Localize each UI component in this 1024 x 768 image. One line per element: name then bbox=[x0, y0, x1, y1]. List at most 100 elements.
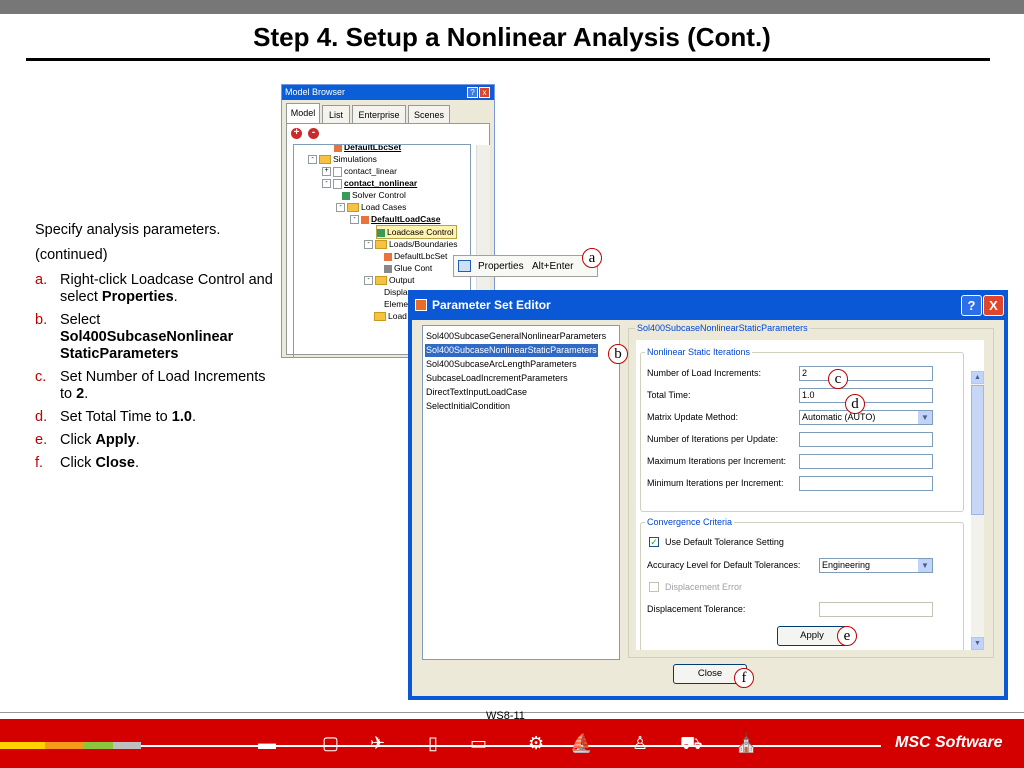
iterations-per-update-field[interactable] bbox=[799, 432, 933, 447]
step-marker: f. bbox=[35, 455, 44, 471]
close-button[interactable]: x bbox=[479, 87, 490, 98]
color-block bbox=[0, 742, 45, 749]
min-iterations-field[interactable] bbox=[799, 476, 933, 491]
folder-icon bbox=[319, 155, 331, 165]
use-default-tolerance-label: Use Default Tolerance Setting bbox=[665, 537, 784, 547]
matrix-update-select[interactable]: Automatic (AUTO) ▼ bbox=[799, 410, 933, 425]
tree-item-solver-control[interactable]: Solver Control bbox=[342, 189, 406, 201]
gear-icon: ⚙ bbox=[528, 733, 545, 753]
step-emphasis: 2 bbox=[76, 386, 85, 402]
step-marker: b. bbox=[35, 312, 48, 328]
timeline-line bbox=[141, 745, 881, 747]
step-emphasis: Apply bbox=[95, 432, 136, 448]
chevron-down-icon[interactable]: ▼ bbox=[918, 411, 932, 424]
tree-label: Output bbox=[389, 275, 415, 285]
displacement-tolerance-field[interactable] bbox=[819, 602, 933, 617]
tree-item-simulations[interactable]: - Simulations bbox=[308, 153, 377, 165]
collapse-icon[interactable]: - bbox=[364, 276, 373, 286]
scroll-up-icon[interactable]: ▲ bbox=[971, 371, 984, 384]
step-b: b. Select Sol400SubcaseNonlinear StaticPa… bbox=[35, 312, 275, 363]
matrix-update-label: Matrix Update Method: bbox=[647, 412, 739, 422]
step-emphasis: 1.0 bbox=[171, 409, 192, 425]
tree-item-load-cases[interactable]: - Load Cases bbox=[336, 201, 406, 213]
tree-item-loads-boundaries[interactable]: - Loads/Boundaries bbox=[364, 238, 458, 250]
collapse-icon[interactable]: - bbox=[350, 215, 359, 225]
list-item-selected[interactable]: Sol400SubcaseNonlinearStaticParameters bbox=[425, 344, 598, 357]
select-value: Engineering bbox=[822, 560, 871, 570]
instructions: Specify analysis parameters. (continued)… bbox=[35, 222, 275, 478]
tree-item-glue[interactable]: Glue Cont bbox=[384, 262, 432, 274]
remove-icon[interactable]: - bbox=[308, 128, 319, 139]
tree-item-default-load-case[interactable]: - DefaultLoadCase bbox=[350, 213, 440, 225]
tab-scenes[interactable]: Scenes bbox=[408, 105, 450, 123]
help-button[interactable]: ? bbox=[961, 295, 982, 316]
tree-item-output[interactable]: - Output bbox=[364, 274, 415, 286]
callout-c: c bbox=[828, 369, 848, 389]
help-button[interactable]: ? bbox=[467, 87, 478, 98]
collapse-icon[interactable]: - bbox=[364, 240, 373, 250]
accuracy-level-select[interactable]: Engineering ▼ bbox=[819, 558, 933, 573]
select-value: Automatic (AUTO) bbox=[802, 412, 876, 422]
parameters-scrollbar[interactable]: ▲ ▼ bbox=[971, 371, 984, 650]
tree-label: DefaultLbcSet bbox=[344, 144, 402, 152]
step-emphasis: Close bbox=[95, 455, 135, 471]
tree-item-contact-nonlinear[interactable]: - contact_nonlinear bbox=[322, 177, 417, 189]
nonlinear-static-iterations-group: Nonlinear Static Iterations Number of Lo… bbox=[640, 347, 964, 512]
expand-icon[interactable]: + bbox=[322, 167, 331, 177]
tab-list[interactable]: List bbox=[322, 105, 350, 123]
scroll-down-icon[interactable]: ▼ bbox=[971, 637, 984, 650]
use-default-tolerance-checkbox[interactable]: ✓ bbox=[649, 537, 659, 547]
chevron-down-icon[interactable]: ▼ bbox=[918, 559, 932, 572]
collapse-icon[interactable]: - bbox=[308, 155, 317, 165]
close-window-button[interactable]: X bbox=[983, 295, 1004, 316]
tree-item-loadcase-control[interactable]: Loadcase Control bbox=[376, 225, 457, 239]
list-item[interactable]: DirectTextInputLoadCase bbox=[425, 386, 528, 399]
menu-item-properties[interactable]: Properties bbox=[478, 257, 524, 277]
step-marker: a. bbox=[35, 272, 48, 288]
tab-model[interactable]: Model bbox=[286, 103, 320, 124]
parameter-set-editor-title: Parameter Set Editor bbox=[432, 298, 551, 312]
tree-label: Load Cases bbox=[361, 202, 407, 212]
list-item[interactable]: Sol400SubcaseGeneralNonlinearParameters bbox=[425, 330, 607, 343]
step-text: Set Number of Load Increments to bbox=[60, 369, 266, 402]
tab-enterprise[interactable]: Enterprise bbox=[352, 105, 406, 123]
tree-item-defaultlbcset-top[interactable]: DefaultLbcSet bbox=[334, 144, 402, 153]
list-item[interactable]: SubcaseLoadIncrementParameters bbox=[425, 372, 569, 385]
total-time-field[interactable]: 1.0 bbox=[799, 388, 933, 403]
displacement-error-checkbox[interactable] bbox=[649, 582, 659, 592]
tree-label: Simulations bbox=[333, 154, 377, 164]
collapse-icon[interactable]: - bbox=[336, 203, 345, 213]
step-end: . bbox=[135, 432, 140, 448]
scroll-thumb[interactable] bbox=[971, 385, 984, 515]
max-iterations-field[interactable] bbox=[799, 454, 933, 469]
callout-d: d bbox=[845, 394, 865, 414]
step-end: . bbox=[84, 386, 89, 402]
folder-icon bbox=[374, 312, 386, 322]
num-load-increments-label: Number of Load Increments: bbox=[647, 368, 762, 378]
list-item[interactable]: SelectInitialCondition bbox=[425, 400, 511, 413]
truck-icon: ⛟ bbox=[680, 733, 703, 753]
step-end: . bbox=[173, 289, 178, 305]
tree-item-contact-linear[interactable]: + contact_linear bbox=[322, 165, 397, 177]
phone-icon: ▢ bbox=[322, 733, 340, 753]
collapse-icon[interactable]: - bbox=[322, 179, 331, 189]
document-icon bbox=[333, 178, 342, 189]
parameter-set-editor-body: Sol400SubcaseGeneralNonlinearParameters … bbox=[412, 320, 1004, 696]
step-c: c. Set Number of Load Increments to 2. bbox=[35, 369, 275, 403]
step-marker: e. bbox=[35, 432, 48, 448]
step-text: Select bbox=[60, 312, 101, 328]
callout-b: b bbox=[608, 344, 628, 364]
menu-shortcut: Alt+Enter bbox=[532, 261, 574, 272]
building-icon: ⛪ bbox=[735, 733, 758, 753]
footer-bar: ▬ ▢ ✈ ▯ ▭ ⚙ ⛵ ♙ ⛟ ⛪ MSC Software bbox=[0, 719, 1024, 768]
step-f: f. Click Close. bbox=[35, 455, 275, 472]
page-title: Step 4. Setup a Nonlinear Analysis (Cont… bbox=[253, 22, 771, 52]
color-block bbox=[45, 742, 83, 749]
tree-item-defaultlbcset[interactable]: DefaultLbcSet bbox=[384, 250, 447, 262]
person-icon: ♙ bbox=[632, 733, 649, 753]
min-iterations-label: Minimum Iterations per Increment: bbox=[647, 478, 784, 488]
num-load-increments-field[interactable]: 2 bbox=[799, 366, 933, 381]
folder-icon bbox=[375, 240, 387, 250]
list-item[interactable]: Sol400SubcaseArcLengthParameters bbox=[425, 358, 578, 371]
add-icon[interactable]: + bbox=[291, 128, 302, 139]
